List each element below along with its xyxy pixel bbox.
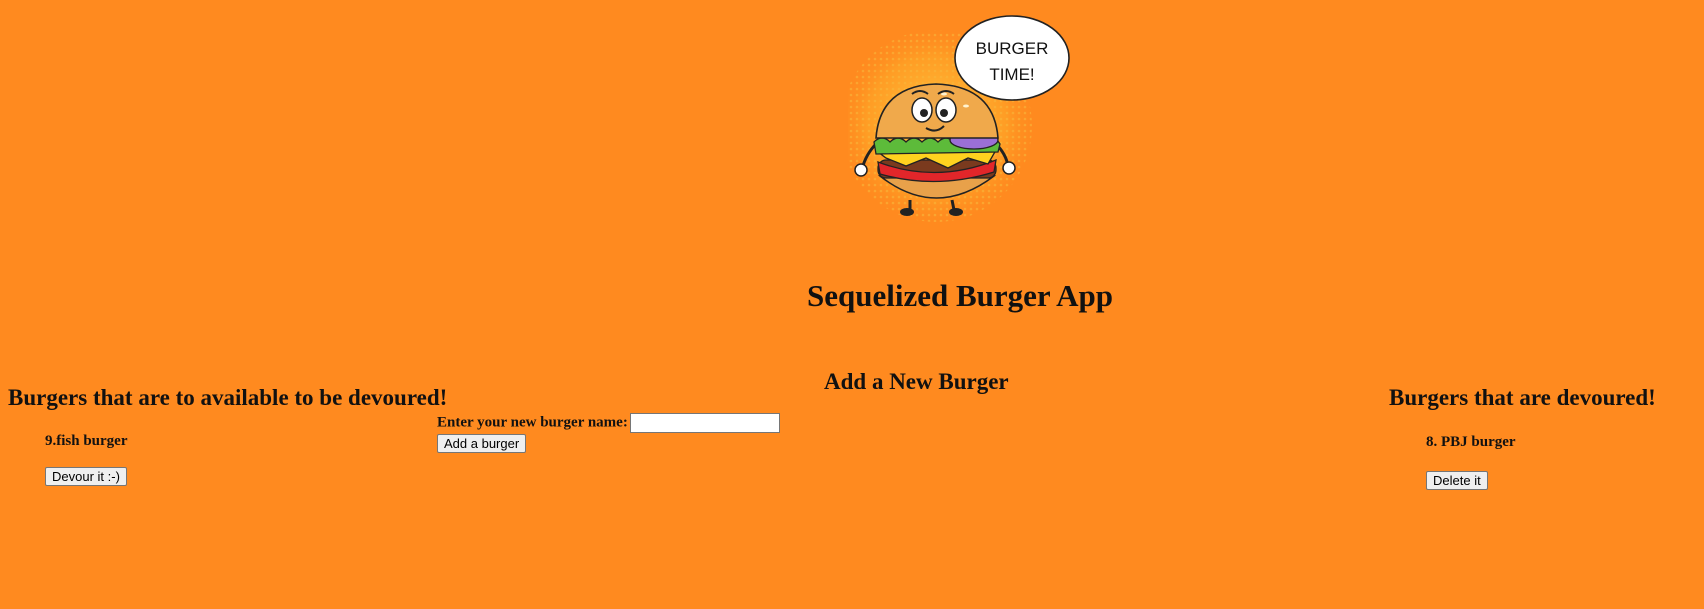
available-heading: Burgers that are to available to be devo… <box>8 385 448 410</box>
add-burger-button[interactable]: Add a burger <box>437 434 527 453</box>
burger-name-label: Enter your new burger name: <box>437 414 628 431</box>
page-title: Sequelized Burger App <box>806 278 1114 313</box>
burger-mascot-image: BURGER TIME! <box>836 15 1070 226</box>
burger-name-input[interactable] <box>629 413 780 433</box>
devoured-heading: Burgers that are devoured! <box>1389 385 1656 410</box>
burger-time-logo: BURGER TIME! <box>836 14 1072 232</box>
speech-line-2: TIME! <box>989 65 1034 84</box>
delete-button[interactable]: Delete it <box>1426 471 1488 490</box>
devoured-burger-item: 8. PBJ burger <box>1426 434 1516 450</box>
available-burger-item: 9.fish burger <box>45 433 128 449</box>
speech-line-1: BURGER <box>976 39 1049 58</box>
devour-button[interactable]: Devour it :-) <box>45 467 127 486</box>
add-burger-heading: Add a New Burger <box>824 369 1009 394</box>
add-burger-form: Enter your new burger name: <box>437 413 780 433</box>
devoured-section: Burgers that are devoured! <box>1389 385 1656 411</box>
available-section: Burgers that are to available to be devo… <box>8 385 447 411</box>
